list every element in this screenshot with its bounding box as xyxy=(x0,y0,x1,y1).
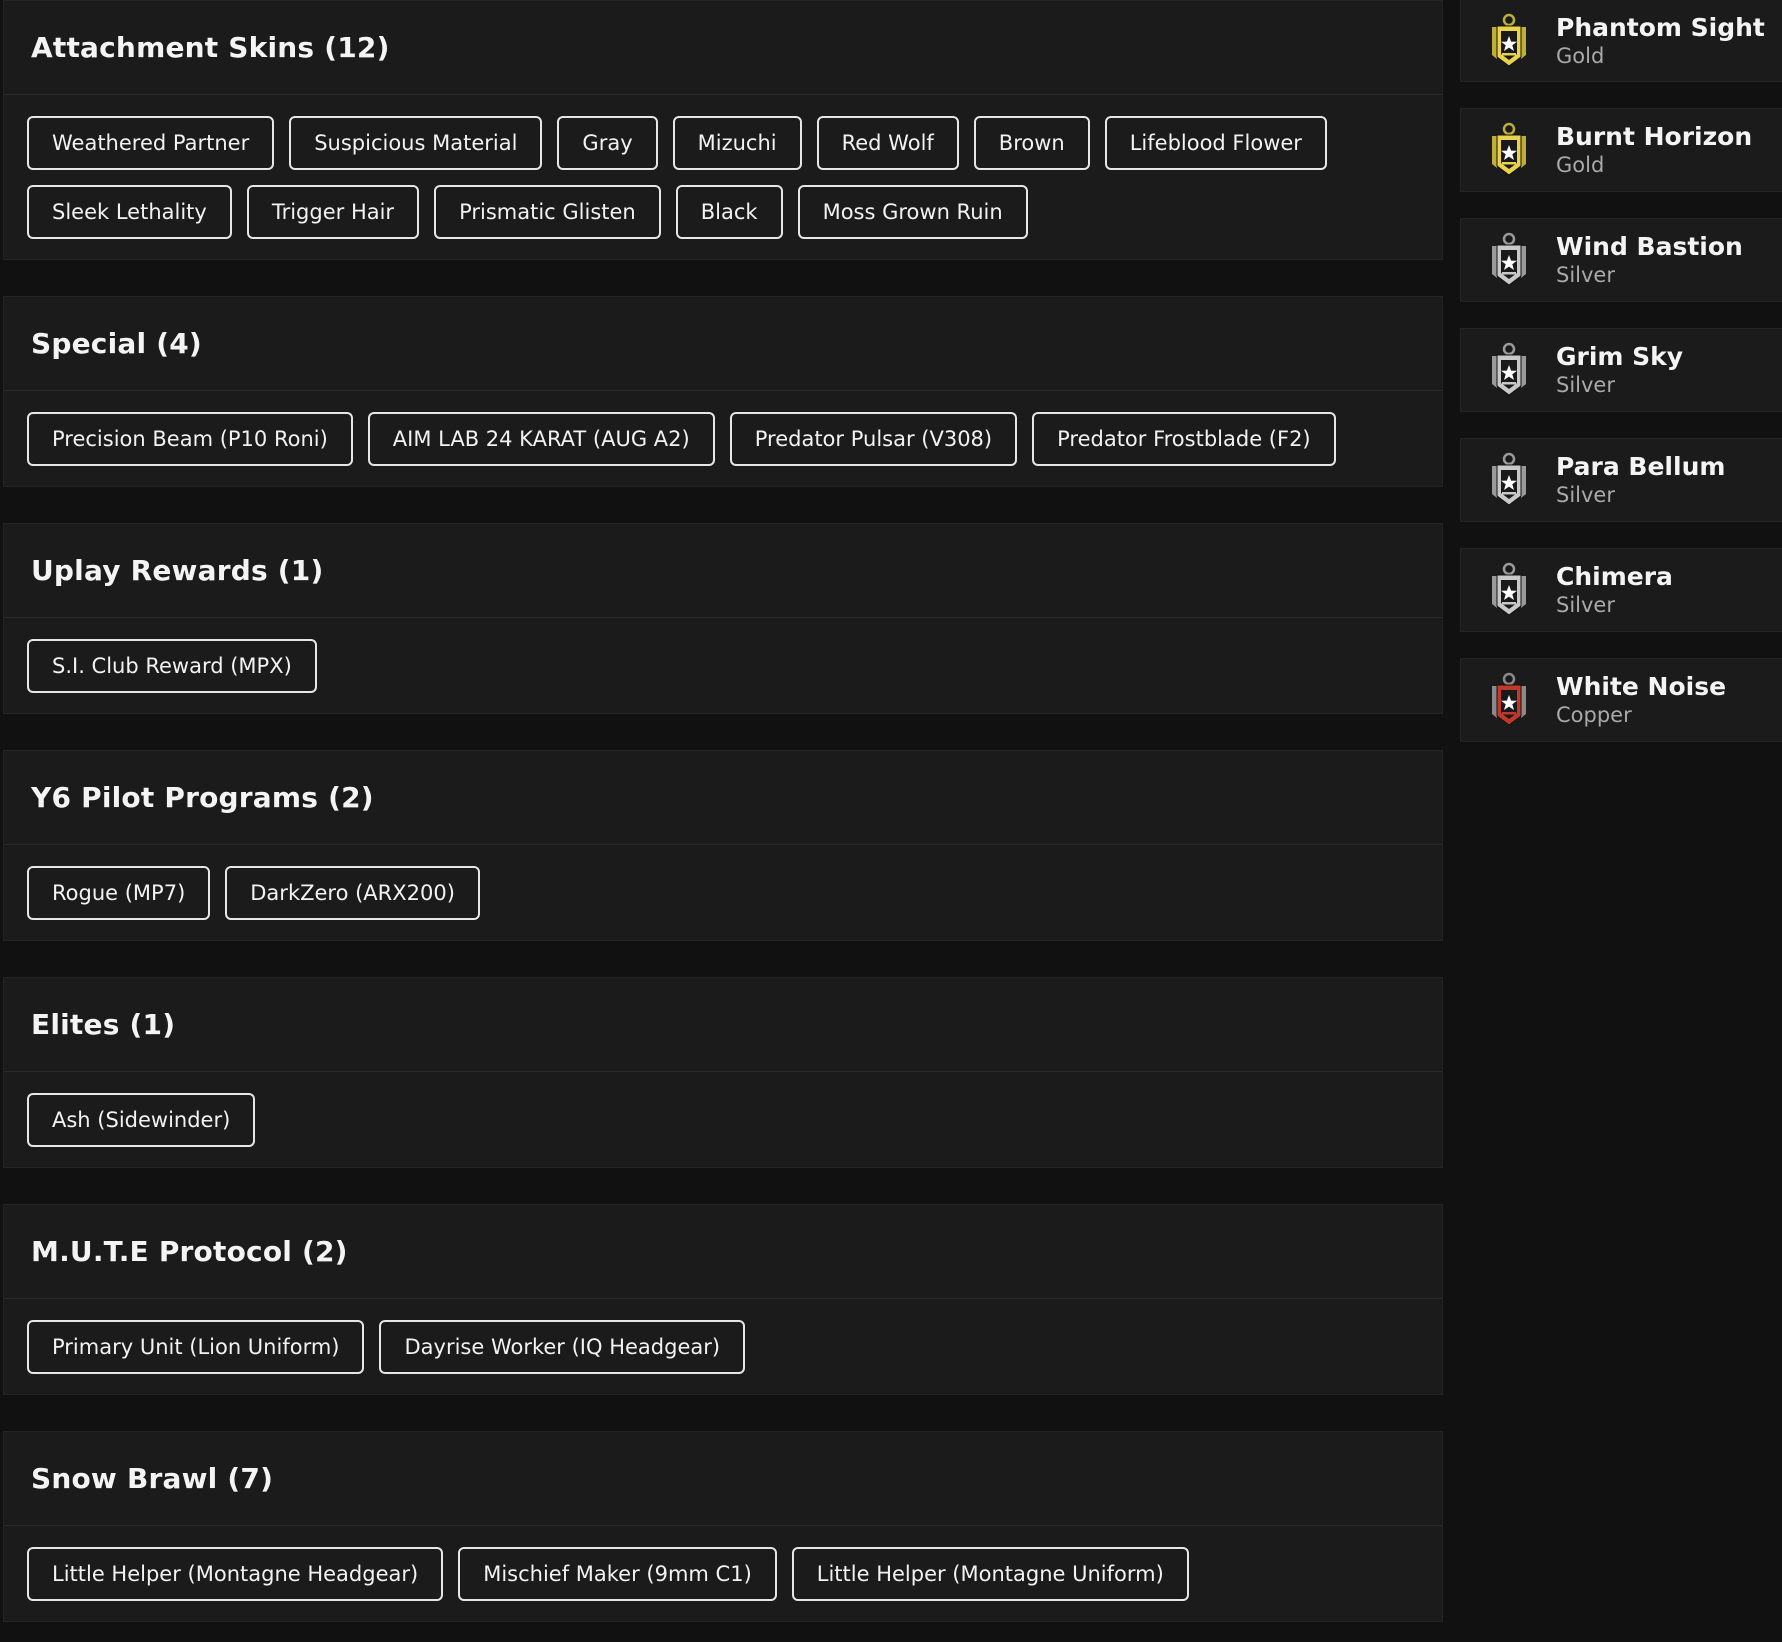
collection-chip[interactable]: Rogue (MP7) xyxy=(27,866,211,920)
operation-card[interactable]: White Noise Copper xyxy=(1460,658,1782,742)
section-title: Y6 Pilot Programs (2) xyxy=(31,781,374,814)
copper-rank-badge-icon xyxy=(1492,672,1526,726)
section-header: Y6 Pilot Programs (2) xyxy=(4,751,1442,845)
section-header: Elites (1) xyxy=(4,978,1442,1072)
page-root: Attachment Skins (12) Weathered Partner S… xyxy=(0,0,1782,1642)
silver-rank-badge-icon xyxy=(1492,342,1526,396)
collection-chip[interactable]: Lifeblood Flower xyxy=(1104,116,1327,170)
collection-chip[interactable]: Black xyxy=(675,185,783,239)
operation-text: Burnt Horizon Gold xyxy=(1556,122,1752,178)
operation-text: Grim Sky Silver xyxy=(1556,342,1683,398)
operation-rank: Silver xyxy=(1556,373,1615,397)
section-items: S.I. Club Reward (MPX) xyxy=(4,618,1442,713)
collection-chip[interactable]: Little Helper (Montagne Uniform) xyxy=(791,1547,1189,1601)
section-title: Elites (1) xyxy=(31,1008,176,1041)
gold-rank-badge-icon xyxy=(1492,122,1526,176)
operation-rank: Silver xyxy=(1556,263,1615,287)
collection-chip[interactable]: Moss Grown Ruin xyxy=(797,185,1028,239)
section-panel: Attachment Skins (12) Weathered Partner S… xyxy=(3,0,1443,260)
collection-chip[interactable]: Mizuchi xyxy=(672,116,802,170)
collection-chip[interactable]: Suspicious Material xyxy=(289,116,543,170)
operation-text: Para Bellum Silver xyxy=(1556,452,1725,508)
collection-chip[interactable]: Brown xyxy=(973,116,1090,170)
operation-card[interactable]: Chimera Silver xyxy=(1460,548,1782,632)
section-title: Attachment Skins (12) xyxy=(31,31,390,64)
operation-card[interactable]: Grim Sky Silver xyxy=(1460,328,1782,412)
collection-chip[interactable]: Ash (Sidewinder) xyxy=(27,1093,256,1147)
section-title: Snow Brawl (7) xyxy=(31,1462,274,1495)
collections-column: Attachment Skins (12) Weathered Partner S… xyxy=(3,0,1443,1642)
operation-name: Phantom Sight xyxy=(1556,12,1765,42)
collection-chip[interactable]: S.I. Club Reward (MPX) xyxy=(27,639,317,693)
operation-card[interactable]: Para Bellum Silver xyxy=(1460,438,1782,522)
silver-rank-badge-icon xyxy=(1492,562,1526,616)
silver-rank-badge-icon xyxy=(1492,452,1526,506)
collection-chip[interactable]: Mischief Maker (9mm C1) xyxy=(458,1547,777,1601)
collection-chip[interactable]: Red Wolf xyxy=(816,116,959,170)
section-title: M.U.T.E Protocol (2) xyxy=(31,1235,348,1268)
section-panel: Uplay Rewards (1) S.I. Club Reward (MPX) xyxy=(3,523,1443,714)
section-header: Special (4) xyxy=(4,297,1442,391)
section-items: Precision Beam (P10 Roni) AIM LAB 24 KARA… xyxy=(4,391,1442,486)
section-header: Attachment Skins (12) xyxy=(4,1,1442,95)
collection-chip[interactable]: Dayrise Worker (IQ Headgear) xyxy=(379,1320,746,1374)
section-items: Rogue (MP7) DarkZero (ARX200) xyxy=(4,845,1442,940)
operation-name: White Noise xyxy=(1556,672,1727,701)
operation-name: Chimera xyxy=(1556,562,1673,591)
silver-rank-badge-icon xyxy=(1492,232,1526,286)
collection-chip[interactable]: Trigger Hair xyxy=(246,185,420,239)
operation-text: Chimera Silver xyxy=(1556,562,1673,618)
section-header: M.U.T.E Protocol (2) xyxy=(4,1205,1442,1299)
collection-chip[interactable]: DarkZero (ARX200) xyxy=(225,866,480,920)
collection-chip[interactable]: AIM LAB 24 KARAT (AUG A2) xyxy=(367,412,715,466)
section-items: Little Helper (Montagne Headgear) Mischie… xyxy=(4,1526,1442,1621)
section-panel: Special (4) Precision Beam (P10 Roni) AIM… xyxy=(3,296,1443,487)
operation-text: Phantom Sight Gold xyxy=(1556,13,1765,69)
operation-card[interactable]: Wind Bastion Silver xyxy=(1460,218,1782,302)
section-header: Snow Brawl (7) xyxy=(4,1432,1442,1526)
collection-chip[interactable]: Primary Unit (Lion Uniform) xyxy=(27,1320,365,1374)
operation-card[interactable]: Burnt Horizon Gold xyxy=(1460,108,1782,192)
collection-chip[interactable]: Predator Pulsar (V308) xyxy=(729,412,1018,466)
operation-rank: Silver xyxy=(1556,593,1615,617)
section-items: Primary Unit (Lion Uniform) Dayrise Worke… xyxy=(4,1299,1442,1394)
operation-name: Wind Bastion xyxy=(1556,232,1743,261)
operation-rank: Silver xyxy=(1556,483,1615,507)
operation-name: Para Bellum xyxy=(1556,452,1726,481)
collection-chip[interactable]: Little Helper (Montagne Headgear) xyxy=(27,1547,444,1601)
section-items: Weathered Partner Suspicious Material Gray… xyxy=(4,95,1442,259)
operation-text: White Noise Copper xyxy=(1556,672,1726,728)
section-panel: M.U.T.E Protocol (2) Primary Unit (Lion … xyxy=(3,1204,1443,1395)
collection-chip[interactable]: Precision Beam (P10 Roni) xyxy=(27,412,353,466)
operation-rank: Gold xyxy=(1556,153,1605,177)
operation-rank: Copper xyxy=(1556,703,1632,727)
collection-chip[interactable]: Predator Frostblade (F2) xyxy=(1032,412,1336,466)
operations-column: Phantom Sight Gold Burnt Horizon Gold Wi… xyxy=(1460,0,1782,768)
collection-chip[interactable]: Gray xyxy=(557,116,658,170)
operation-card[interactable]: Phantom Sight Gold xyxy=(1460,0,1782,82)
operation-name: Burnt Horizon xyxy=(1556,122,1753,151)
collection-chip[interactable]: Weathered Partner xyxy=(27,116,275,170)
operation-rank: Gold xyxy=(1556,43,1605,68)
collection-chip[interactable]: Prismatic Glisten xyxy=(434,185,661,239)
operation-text: Wind Bastion Silver xyxy=(1556,232,1743,288)
section-title: Special (4) xyxy=(31,327,202,360)
gold-rank-badge-icon xyxy=(1492,13,1526,67)
section-title: Uplay Rewards (1) xyxy=(31,554,324,587)
section-panel: Snow Brawl (7) Little Helper (Montagne H… xyxy=(3,1431,1443,1622)
section-items: Ash (Sidewinder) xyxy=(4,1072,1442,1167)
section-header: Uplay Rewards (1) xyxy=(4,524,1442,618)
section-panel: Elites (1) Ash (Sidewinder) xyxy=(3,977,1443,1168)
collection-chip[interactable]: Sleek Lethality xyxy=(27,185,232,239)
section-panel: Y6 Pilot Programs (2) Rogue (MP7) DarkZer… xyxy=(3,750,1443,941)
operation-name: Grim Sky xyxy=(1556,342,1684,371)
